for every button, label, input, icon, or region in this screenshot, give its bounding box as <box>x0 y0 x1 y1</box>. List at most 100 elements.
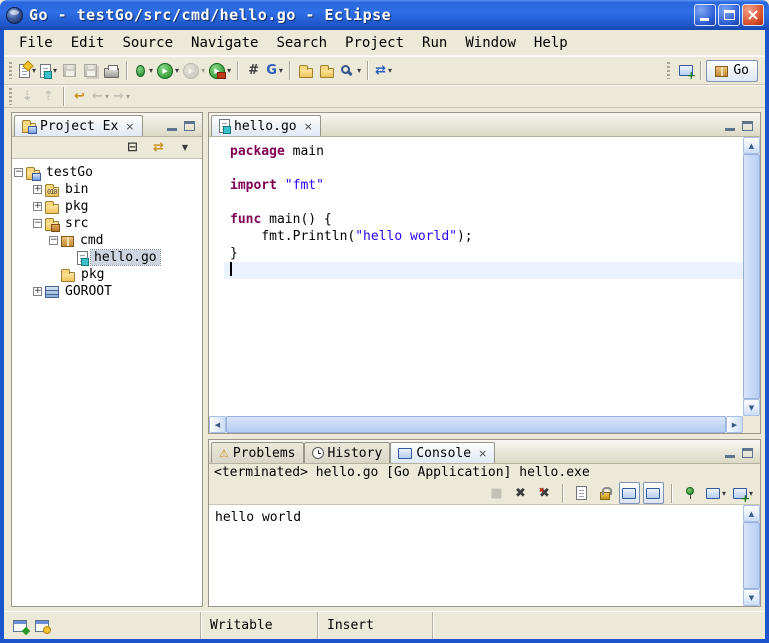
forward-button[interactable]: →▾ <box>111 86 132 108</box>
display-selected-console-button[interactable]: ▾ <box>704 482 728 504</box>
menu-run[interactable]: Run <box>413 32 456 54</box>
maximize-view-button[interactable] <box>742 448 753 458</box>
views-trim-button[interactable] <box>35 620 49 632</box>
terminate-button[interactable]: ■ <box>486 482 507 504</box>
synchronize-button[interactable]: ⇄▾ <box>373 60 394 82</box>
code-line[interactable]: import "fmt" <box>224 177 743 194</box>
dropdown-arrow-icon[interactable]: ▾ <box>388 66 392 75</box>
menu-navigate[interactable]: Navigate <box>182 32 267 54</box>
remove-all-terminated-button[interactable]: ✖✖ <box>534 482 555 504</box>
tree-item-hello-go[interactable]: hello.go <box>14 249 200 266</box>
tab-history[interactable]: History <box>304 442 391 463</box>
menu-search[interactable]: Search <box>267 32 336 54</box>
dropdown-arrow-icon[interactable]: ▾ <box>53 66 57 75</box>
menu-edit[interactable]: Edit <box>62 32 114 54</box>
scroll-up-button[interactable]: ▲ <box>743 505 760 522</box>
dropdown-arrow-icon[interactable]: ▾ <box>279 66 283 75</box>
scroll-left-button[interactable]: ◀ <box>209 416 226 433</box>
last-edit-location-button[interactable]: ↩ <box>69 86 90 108</box>
scroll-down-button[interactable]: ▼ <box>743 399 760 416</box>
back-button[interactable]: ←▾ <box>90 86 111 108</box>
go-perspective-button[interactable]: Go <box>706 60 758 82</box>
open-console-button[interactable]: ▾ <box>731 482 755 504</box>
dropdown-arrow-icon[interactable]: ▾ <box>105 92 109 101</box>
tree-item-GOROOT[interactable]: + GOROOT <box>14 283 200 300</box>
scroll-down-button[interactable]: ▼ <box>743 589 760 606</box>
toolbar-grip[interactable] <box>9 62 12 79</box>
maximize-view-button[interactable] <box>184 121 195 131</box>
dropdown-arrow-icon[interactable]: ▾ <box>227 66 231 75</box>
menu-source[interactable]: Source <box>113 32 182 54</box>
close-icon[interactable]: × <box>478 447 487 460</box>
code-line[interactable] <box>224 194 743 211</box>
go-tools-button[interactable]: G▾ <box>264 60 285 82</box>
scroll-lock-button[interactable] <box>595 482 616 504</box>
run-button[interactable]: ▶▾ <box>155 60 181 82</box>
fast-view-button[interactable] <box>13 620 27 632</box>
tree-item-testGo[interactable]: − testGo <box>14 164 200 181</box>
code-line[interactable]: fmt.Println("hello world"); <box>224 228 743 245</box>
console-output[interactable]: hello world ▲ ▼ <box>209 505 760 606</box>
tree-item-src[interactable]: − src <box>14 215 200 232</box>
tab-console[interactable]: Console × <box>390 442 495 463</box>
new-go-element-button[interactable]: ▾ <box>38 60 59 82</box>
maximize-view-button[interactable] <box>742 121 753 131</box>
tree-item-cmd[interactable]: − cmd <box>14 232 200 249</box>
collapse-expander-icon[interactable]: − <box>33 219 42 228</box>
current-code-line[interactable] <box>224 262 743 279</box>
external-tools-button[interactable]: ▶▾ <box>207 60 233 82</box>
code-area[interactable]: package main import "fmt" func main() { … <box>209 137 743 416</box>
code-line[interactable]: package main <box>224 143 743 160</box>
profile-button[interactable]: ▶▾ <box>181 60 207 82</box>
editor-vertical-scrollbar[interactable]: ▲ ▼ <box>743 137 760 416</box>
tree-item-pkg-src[interactable]: pkg <box>14 266 200 283</box>
scrollbar-thumb[interactable] <box>743 522 760 589</box>
menu-window[interactable]: Window <box>456 32 525 54</box>
print-button[interactable] <box>101 60 122 82</box>
close-button[interactable]: × <box>742 4 764 26</box>
link-with-editor-button[interactable]: ⇄ <box>148 137 169 159</box>
maximize-button[interactable] <box>718 4 740 26</box>
remove-launch-button[interactable]: ✖ <box>510 482 531 504</box>
search-button[interactable]: ▾ <box>337 60 363 82</box>
minimize-view-button[interactable] <box>167 128 177 131</box>
scrollbar-thumb[interactable] <box>226 416 726 433</box>
dropdown-arrow-icon[interactable]: ▾ <box>175 66 179 75</box>
open-folder-button[interactable] <box>295 60 316 82</box>
close-icon[interactable]: × <box>125 120 134 133</box>
open-perspective-button[interactable] <box>675 60 696 82</box>
view-menu-button[interactable]: ▼ <box>174 137 195 159</box>
menu-file[interactable]: File <box>10 32 62 54</box>
toolbar-grip[interactable] <box>9 88 12 105</box>
open-resource-button[interactable] <box>316 60 337 82</box>
minimize-view-button[interactable] <box>725 455 735 458</box>
close-icon[interactable]: × <box>304 120 313 133</box>
next-annotation-button[interactable]: ⇣ <box>17 86 38 108</box>
tab-project-explorer[interactable]: Project Ex × <box>14 115 143 136</box>
scroll-up-button[interactable]: ▲ <box>743 137 760 154</box>
scrollbar-thumb[interactable] <box>743 154 760 399</box>
minimize-view-button[interactable] <box>725 128 735 131</box>
menu-help[interactable]: Help <box>525 32 577 54</box>
minimize-button[interactable] <box>694 4 716 26</box>
expand-expander-icon[interactable]: + <box>33 185 42 194</box>
titlebar[interactable]: Go - testGo/src/cmd/hello.go - Eclipse × <box>0 0 769 30</box>
scroll-right-button[interactable]: ▶ <box>726 416 743 433</box>
dropdown-arrow-icon[interactable]: ▾ <box>126 92 130 101</box>
tree-item-pkg[interactable]: + pkg <box>14 198 200 215</box>
expand-expander-icon[interactable]: + <box>33 287 42 296</box>
collapse-expander-icon[interactable]: − <box>49 236 58 245</box>
collapse-all-button[interactable]: ⊟ <box>122 137 143 159</box>
tree-item-bin[interactable]: + bin <box>14 181 200 198</box>
collapse-expander-icon[interactable]: − <box>14 168 23 177</box>
code-line[interactable]: } <box>224 245 743 262</box>
dropdown-arrow-icon[interactable]: ▾ <box>201 66 205 75</box>
dropdown-arrow-icon[interactable]: ▾ <box>357 66 361 75</box>
toolbar-grip[interactable] <box>667 62 670 79</box>
tab-hello-go[interactable]: hello.go × <box>211 115 321 136</box>
new-wizard-button[interactable]: ▾ <box>17 60 38 82</box>
dropdown-arrow-icon[interactable]: ▾ <box>149 66 153 75</box>
show-stderr-button[interactable] <box>643 482 664 504</box>
pin-console-button[interactable] <box>680 482 701 504</box>
menu-project[interactable]: Project <box>336 32 413 54</box>
